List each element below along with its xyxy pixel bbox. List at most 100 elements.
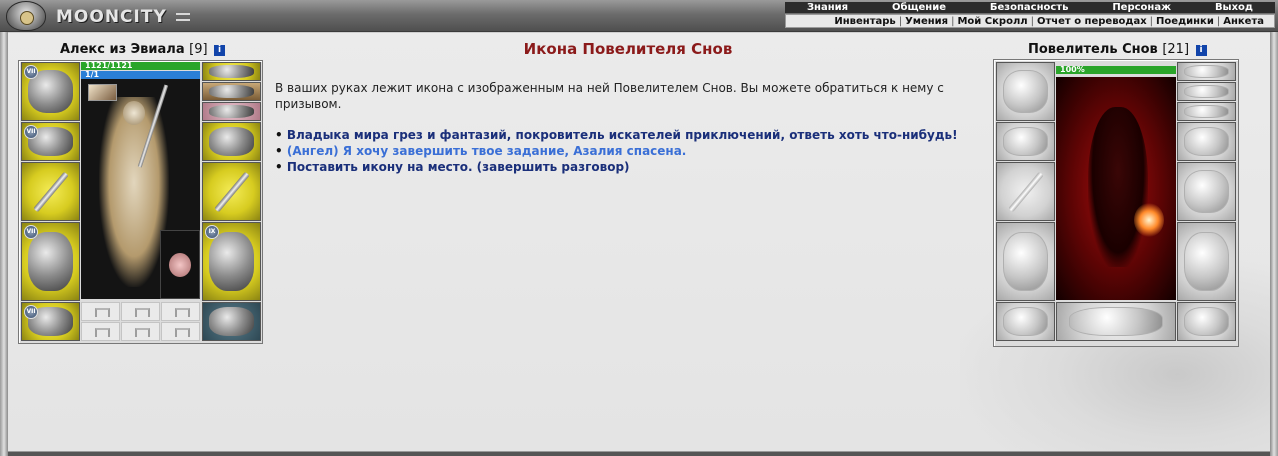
menu-communication[interactable]: Общение	[892, 2, 946, 13]
npc-avatar	[1088, 107, 1148, 267]
info-icon[interactable]: i	[1195, 45, 1207, 56]
submenu-separator: |	[898, 15, 903, 27]
npc-level: [21]	[1162, 42, 1190, 57]
submenu-duels[interactable]: Поединки	[1156, 16, 1214, 27]
submenu-profile[interactable]: Анкета	[1223, 16, 1264, 27]
logo-ornament-icon	[176, 13, 190, 21]
answer-text-3[interactable]: Поставить икону на место. (завершить раз…	[287, 160, 630, 174]
boots-icon	[208, 307, 255, 336]
armor-icon	[27, 232, 74, 291]
submenu-separator: |	[1149, 15, 1154, 27]
player-armor-slot[interactable]: VII	[21, 222, 80, 301]
npc-amulet-slot[interactable]	[1177, 62, 1236, 81]
submenu-separator: |	[1216, 15, 1221, 27]
boots-icon	[1183, 307, 1230, 336]
npc-name[interactable]: Повелитель Снов	[1028, 42, 1158, 57]
menu-security[interactable]: Безопасность	[990, 2, 1069, 13]
npc-helmet-slot[interactable]	[996, 62, 1055, 121]
submenu-separator: |	[1030, 15, 1034, 27]
pet-icon[interactable]	[160, 230, 200, 299]
top-menu: Знания Общение Безопасность Персонаж Вых…	[785, 2, 1275, 13]
sub-menu: Инвентарь | Умения | Мой Скролл | Отчет о п…	[785, 14, 1275, 28]
menu-character[interactable]: Персонаж	[1112, 2, 1171, 13]
logo-text: MOONCITY	[56, 7, 167, 27]
npc-belt-slot[interactable]	[996, 302, 1055, 341]
npc-portrait[interactable]	[1056, 77, 1176, 300]
player-bracers-slot[interactable]: VII	[21, 122, 80, 161]
answer-text-1[interactable]: Владыка мира грез и фантазий, покровител…	[287, 128, 958, 142]
answer-option-2[interactable]: • (Ангел) Я хочу завершить твое задание,…	[275, 143, 987, 159]
answer-list: • Владыка мира грез и фантазий, покровит…	[275, 127, 987, 175]
sword-icon	[1007, 171, 1044, 212]
info-icon[interactable]: i	[214, 45, 226, 56]
player-avatar-head	[123, 101, 145, 125]
npc-ring-slot[interactable]	[1177, 82, 1236, 101]
buff-icon[interactable]	[88, 84, 117, 101]
leggings-icon	[208, 232, 255, 291]
npc-armor-slot[interactable]	[996, 222, 1055, 301]
player-offhand-slot[interactable]	[202, 162, 261, 221]
answer-text-2[interactable]: (Ангел) Я хочу завершить твое задание, А…	[287, 144, 687, 158]
leggings-icon	[1183, 232, 1230, 291]
npc-name-line: Повелитель Снов [21] i	[1028, 42, 1207, 57]
menu-knowledge[interactable]: Знания	[807, 2, 848, 13]
gloves-icon	[1183, 127, 1230, 156]
menu-exit[interactable]: Выход	[1215, 2, 1253, 13]
submenu-separator: |	[951, 15, 955, 27]
item-level-badge: VII	[24, 125, 38, 139]
empty-slot[interactable]	[161, 302, 200, 321]
empty-slot[interactable]	[121, 322, 160, 341]
player-ring-slot[interactable]	[202, 82, 261, 101]
answer-option-1[interactable]: • Владыка мира грез и фантазий, покровит…	[275, 127, 987, 143]
frame-left	[0, 32, 8, 456]
npc-gloves-slot[interactable]	[1177, 122, 1236, 161]
armor-icon	[1002, 232, 1049, 291]
player-weapon-slot[interactable]	[21, 162, 80, 221]
earring-icon	[208, 105, 255, 118]
bottom-bar	[8, 451, 1270, 456]
amulet-icon	[208, 65, 255, 78]
npc-boots-slot[interactable]	[1177, 302, 1236, 341]
player-name-line: Алекс из Эвиала [9] i	[60, 42, 226, 57]
submenu-inventory[interactable]: Инвентарь	[834, 16, 895, 27]
player-amulet-slot[interactable]	[202, 62, 261, 81]
shield-icon	[1183, 169, 1230, 214]
belt-icon	[1002, 307, 1049, 336]
empty-slot[interactable]	[161, 322, 200, 341]
bullet: •	[275, 128, 283, 142]
frame-right	[1270, 32, 1278, 456]
amulet-icon	[1183, 65, 1230, 78]
npc-glow-orb-icon	[1134, 203, 1164, 237]
player-hp-bar: 1121/1121	[81, 62, 200, 70]
player-legs-slot[interactable]: IX	[202, 222, 261, 301]
sword-icon	[32, 171, 69, 212]
empty-slot[interactable]	[81, 322, 120, 341]
player-boots-slot[interactable]	[202, 302, 261, 341]
npc-hp-bar: 100%	[1056, 66, 1176, 74]
item-level-badge: VII	[24, 305, 38, 319]
npc-bracers-slot[interactable]	[996, 122, 1055, 161]
empty-slot[interactable]	[121, 302, 160, 321]
player-name[interactable]: Алекс из Эвиала	[60, 42, 185, 57]
npc-weapon-slot[interactable]	[996, 162, 1055, 221]
submenu-transfer-report[interactable]: Отчет о переводах	[1037, 16, 1147, 27]
quest-text: В ваших руках лежит икона с изображенным…	[275, 81, 944, 111]
submenu-my-scroll[interactable]: Мой Скролл	[957, 16, 1027, 27]
player-mana-bar: 1/1	[81, 71, 200, 79]
player-gloves-slot[interactable]	[202, 122, 261, 161]
npc-earring-slot[interactable]	[1177, 102, 1236, 121]
quest-title: Икона Повелителя Снов	[523, 40, 733, 58]
submenu-skills[interactable]: Умения	[905, 16, 948, 27]
bullet: •	[275, 160, 283, 174]
player-earring-slot[interactable]	[202, 102, 261, 121]
player-belt-slot[interactable]: VII	[21, 302, 80, 341]
player-helmet-slot[interactable]: VII	[21, 62, 80, 121]
npc-legs-slot[interactable]	[1177, 222, 1236, 301]
player-avatar	[99, 97, 169, 287]
emblem-icon	[1068, 307, 1164, 336]
empty-slot[interactable]	[81, 302, 120, 321]
answer-option-3[interactable]: • Поставить икону на место. (завершить р…	[275, 159, 987, 175]
npc-emblem-slot[interactable]	[1056, 302, 1176, 341]
helmet-icon	[1002, 69, 1049, 114]
npc-shield-slot[interactable]	[1177, 162, 1236, 221]
